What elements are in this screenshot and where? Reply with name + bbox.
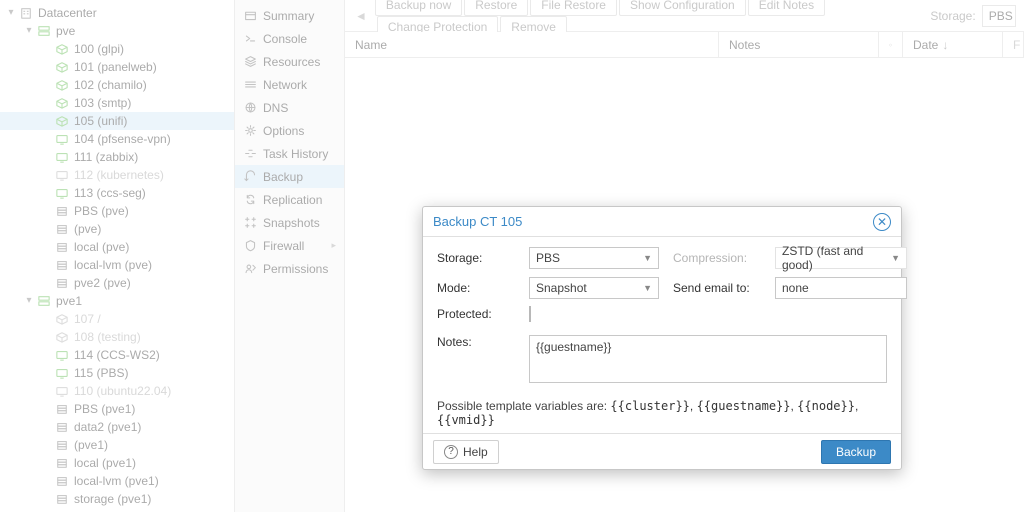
template-hint: Possible template variables are: {{clust… xyxy=(437,399,887,427)
mode-field-label: Mode: xyxy=(437,281,515,295)
storage-field[interactable]: PBS▼ xyxy=(529,247,659,269)
backup-button[interactable]: Backup xyxy=(821,440,891,464)
email-field-label: Send email to: xyxy=(673,281,761,295)
notes-field[interactable]: {{guestname}} xyxy=(529,335,887,383)
dialog-title: Backup CT 105 xyxy=(433,214,522,229)
mode-field[interactable]: Snapshot▼ xyxy=(529,277,659,299)
chevron-down-icon: ▼ xyxy=(643,253,652,263)
email-field[interactable]: none xyxy=(775,277,907,299)
backup-dialog: Backup CT 105 ✕ Storage: PBS▼ Compressio… xyxy=(422,206,902,470)
dialog-header: Backup CT 105 ✕ xyxy=(423,207,901,237)
compression-field-label: Compression: xyxy=(673,251,761,265)
protected-field-label: Protected: xyxy=(437,307,515,321)
help-button[interactable]: ?Help xyxy=(433,440,499,464)
notes-field-label: Notes: xyxy=(437,335,515,383)
chevron-down-icon: ▼ xyxy=(643,283,652,293)
close-icon[interactable]: ✕ xyxy=(873,213,891,231)
help-icon: ? xyxy=(444,445,458,459)
chevron-down-icon: ▼ xyxy=(891,253,900,263)
storage-field-label: Storage: xyxy=(437,251,515,265)
protected-checkbox[interactable] xyxy=(529,306,531,322)
compression-field: ZSTD (fast and good)▼ xyxy=(775,247,907,269)
